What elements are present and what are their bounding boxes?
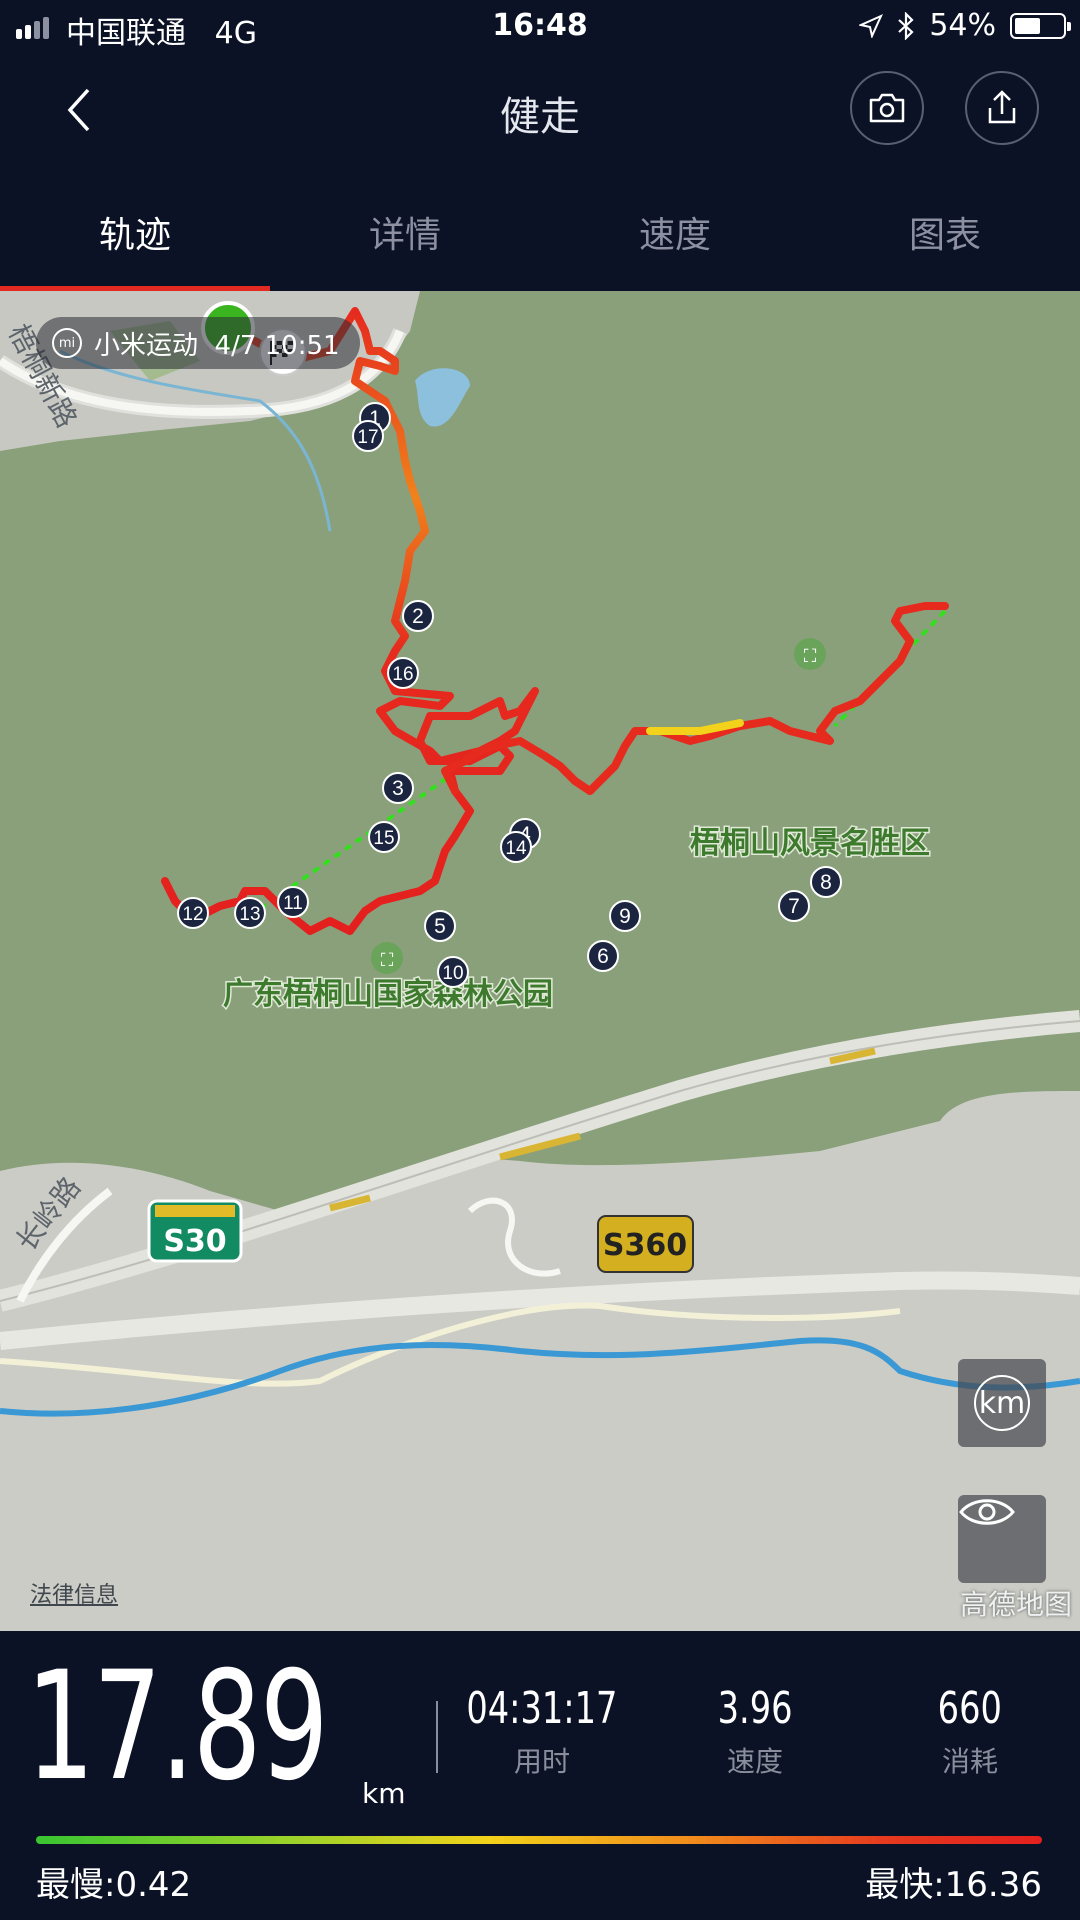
visibility-button[interactable] <box>958 1495 1046 1583</box>
tab-speed[interactable]: 速度 <box>540 164 810 291</box>
scenic-icon: ⛶ <box>794 638 826 670</box>
distance-unit: km <box>362 1777 406 1810</box>
bluetooth-icon <box>898 11 914 40</box>
svg-text:6: 6 <box>597 945 609 968</box>
svg-text:16: 16 <box>392 664 413 685</box>
km-marker-14[interactable]: 14 <box>500 831 532 863</box>
calories-value: 660 <box>937 1683 1003 1734</box>
svg-text:15: 15 <box>373 828 394 849</box>
km-marker-16[interactable]: 16 <box>387 657 419 689</box>
calories-label: 消耗 <box>941 1745 998 1778</box>
svg-text:⛶: ⛶ <box>381 950 394 971</box>
svg-text:13: 13 <box>239 904 260 925</box>
duration-label: 用时 <box>513 1745 570 1778</box>
svg-text:7: 7 <box>788 895 800 918</box>
km-marker-3[interactable]: 3 <box>382 772 414 804</box>
distance-value: 17.89 <box>26 1640 329 1814</box>
svg-text:9: 9 <box>619 905 631 928</box>
km-marker-15[interactable]: 15 <box>368 821 400 853</box>
km-marker-17[interactable]: 17 <box>352 420 384 452</box>
tab-bar: 轨迹 详情 速度 图表 <box>0 164 1080 291</box>
speed-stat: 3.96 速度 <box>655 1683 855 1780</box>
location-arrow-icon <box>859 13 884 38</box>
duration-stat: 04:31:17 用时 <box>442 1683 642 1780</box>
map-provider-label: 高德地图 <box>959 1588 1072 1621</box>
speed-gradient-bar <box>36 1836 1042 1844</box>
speed-label: 速度 <box>726 1745 783 1778</box>
svg-text:11: 11 <box>283 893 303 914</box>
svg-text:10: 10 <box>442 963 463 984</box>
battery-icon <box>1010 12 1071 39</box>
nav-bar: 健走 <box>0 54 1080 164</box>
mi-logo-icon: mi <box>52 328 82 358</box>
eye-icon <box>959 1499 1015 1525</box>
lake <box>415 368 470 427</box>
source-label: 小米运动 4/7 10:51 <box>94 330 340 361</box>
km-marker-10[interactable]: 10 <box>437 956 469 988</box>
km-marker-13[interactable]: 13 <box>234 897 266 929</box>
slowest-speed: 最慢:0.42 <box>36 1865 192 1905</box>
upload-icon <box>988 90 1016 124</box>
speed-value: 3.96 <box>717 1683 793 1734</box>
camera-button[interactable] <box>850 71 924 145</box>
km-marker-7[interactable]: 7 <box>778 890 810 922</box>
km-marker-11[interactable]: 11 <box>277 886 309 918</box>
poi-label-scenic: 梧桐山风景名胜区 <box>690 826 930 861</box>
svg-text:5: 5 <box>434 915 446 938</box>
battery-percent: 54% <box>929 8 996 43</box>
fastest-speed: 最快:16.36 <box>865 1865 1042 1905</box>
km-marker-5[interactable]: 5 <box>424 910 456 942</box>
svg-text:S360: S360 <box>603 1228 687 1263</box>
highway-shield-s360: S360 <box>597 1215 694 1273</box>
svg-text:⛶: ⛶ <box>804 646 817 667</box>
share-button[interactable] <box>965 71 1039 145</box>
track-map[interactable]: ⛶ ⛶ 梧桐山风景名胜区 广东梧桐山国家森林公园 梧桐新路 长岭路 S30 S3… <box>0 291 1080 1631</box>
svg-text:S30: S30 <box>163 1224 226 1259</box>
poi-label-forest-park: 广东梧桐山国家森林公园 <box>223 977 553 1012</box>
divider <box>436 1701 438 1773</box>
legal-link[interactable]: 法律信息 <box>30 1577 118 1609</box>
camera-icon <box>869 93 905 123</box>
status-right: 54% <box>859 8 1071 43</box>
tab-track[interactable]: 轨迹 <box>0 164 270 291</box>
km-marker-6[interactable]: 6 <box>587 940 619 972</box>
svg-text:17: 17 <box>357 427 378 448</box>
map-canvas: ⛶ ⛶ 梧桐山风景名胜区 广东梧桐山国家森林公园 梧桐新路 长岭路 S30 S3… <box>0 291 1080 1631</box>
svg-text:12: 12 <box>182 904 203 925</box>
km-icon: km <box>974 1375 1030 1431</box>
status-bar: 中国联通 4G 16:48 54% <box>0 0 1080 54</box>
svg-text:8: 8 <box>820 871 832 894</box>
km-marker-9[interactable]: 9 <box>609 900 641 932</box>
tab-details[interactable]: 详情 <box>270 164 540 291</box>
calories-stat: 660 消耗 <box>870 1683 1070 1780</box>
highway-shield-s30: S30 <box>147 1199 243 1263</box>
tab-charts[interactable]: 图表 <box>810 164 1080 291</box>
svg-text:14: 14 <box>505 838 527 859</box>
km-marker-2[interactable]: 2 <box>402 600 434 632</box>
stats-panel: 17.89 km 04:31:17 用时 3.96 速度 660 消耗 最慢:0… <box>0 1631 1080 1920</box>
land-area <box>0 1091 1080 1631</box>
track-path <box>441 602 949 795</box>
km-marker-8[interactable]: 8 <box>810 866 842 898</box>
svg-text:3: 3 <box>392 777 404 800</box>
km-toggle-button[interactable]: km <box>958 1359 1046 1447</box>
km-marker-12[interactable]: 12 <box>177 897 209 929</box>
source-pill: mi 小米运动 4/7 10:51 <box>36 317 360 369</box>
scenic-icon: ⛶ <box>371 942 403 974</box>
duration-value: 04:31:17 <box>466 1683 618 1734</box>
svg-text:2: 2 <box>412 605 424 628</box>
km-markers: 1172163154145106978111312 <box>177 402 842 988</box>
